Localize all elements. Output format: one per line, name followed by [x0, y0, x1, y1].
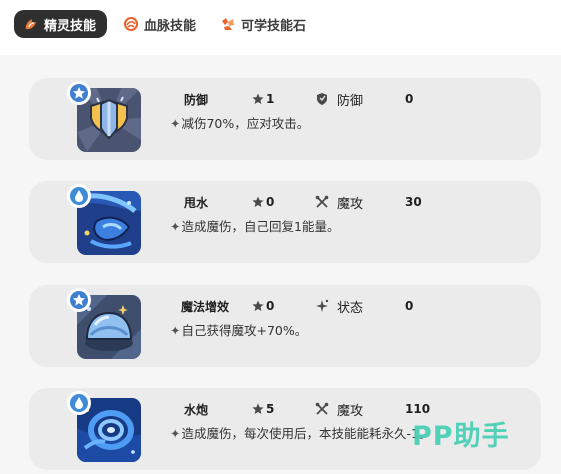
skill-category: 魔攻 [315, 401, 364, 419]
skill-name: 防御 [184, 92, 209, 107]
skill-name: 甩水 [184, 195, 209, 210]
skill-power: 0 [252, 298, 274, 314]
skill-card[interactable]: 甩水 0 魔攻 30 ✦造成魔伤，自己回复1能量。 [29, 181, 541, 263]
desc-sparkle-icon: ✦ [170, 426, 181, 441]
skill-category: 魔攻 [315, 194, 364, 212]
skill-description: ✦造成魔伤，每次使用后，本技能能耗永久-1。 [170, 423, 431, 442]
watermark: PP助手 [412, 421, 510, 452]
tab-label: 精灵技能 [44, 18, 97, 34]
skill-value: 30 [405, 195, 422, 209]
power-star-icon [252, 403, 264, 414]
power-value: 0 [266, 299, 275, 313]
power-value: 1 [266, 92, 275, 106]
skill-power: 1 [252, 91, 274, 107]
description-text: 造成魔伤，每次使用后，本技能能耗永久-1。 [181, 426, 432, 441]
category-label: 状态 [337, 300, 364, 316]
water-attribute-icon [67, 184, 91, 208]
power-value: 5 [266, 402, 275, 416]
skill-value: 0 [405, 299, 414, 313]
skill-description: ✦自己获得魔攻+70%。 [170, 320, 307, 339]
skill-description: ✦减伤70%，应对攻击。 [170, 113, 309, 132]
desc-sparkle-icon: ✦ [170, 323, 181, 338]
magic-attack-category-icon [315, 195, 329, 208]
skill-name: 魔法增效 [181, 299, 230, 314]
desc-sparkle-icon: ✦ [170, 219, 181, 234]
tab-label: 血脉技能 [144, 18, 197, 34]
bloodline-skill-icon [124, 17, 139, 31]
category-label: 魔攻 [337, 196, 364, 212]
skill-category: 状态 [315, 298, 364, 316]
tab-skill-stones[interactable]: 可学技能石 [220, 10, 306, 38]
status-category-icon [316, 299, 329, 312]
magic-attack-category-icon [315, 402, 329, 415]
pet-skill-icon [25, 19, 36, 30]
skill-name: 水炮 [184, 402, 209, 417]
water-attribute-icon [67, 391, 91, 415]
skill-value: 0 [405, 92, 414, 106]
tab-pet-skills[interactable]: 精灵技能 [14, 10, 108, 38]
skill-card[interactable]: 防御 1 防御 0 ✦减伤70%，应对攻击。 [29, 78, 541, 160]
skill-card[interactable]: 魔法增效 0 状态 0 ✦自己获得魔攻+70%。 [29, 285, 541, 367]
skill-tabs: 精灵技能 血脉技能 可学技能石 [14, 10, 306, 38]
description-text: 自己获得魔攻+70%。 [181, 323, 308, 338]
description-text: 减伤70%，应对攻击。 [181, 116, 310, 131]
defense-category-icon [317, 93, 327, 105]
desc-sparkle-icon: ✦ [170, 116, 181, 131]
skill-description: ✦造成魔伤，自己回复1能量。 [170, 216, 339, 235]
skill-category: 防御 [315, 91, 364, 109]
normal-attribute-icon [67, 288, 91, 312]
skill-power: 0 [252, 194, 274, 210]
tab-label: 可学技能石 [241, 18, 307, 34]
skill-stone-icon [222, 18, 235, 30]
power-star-icon [252, 196, 264, 207]
category-label: 防御 [337, 93, 364, 109]
normal-attribute-icon [67, 81, 91, 105]
power-star-icon [252, 93, 264, 104]
description-text: 造成魔伤，自己回复1能量。 [181, 219, 340, 234]
tab-bloodline-skills[interactable]: 血脉技能 [123, 10, 196, 38]
skill-power: 5 [252, 401, 274, 417]
power-star-icon [252, 300, 264, 311]
category-label: 魔攻 [337, 403, 364, 419]
power-value: 0 [266, 195, 275, 209]
